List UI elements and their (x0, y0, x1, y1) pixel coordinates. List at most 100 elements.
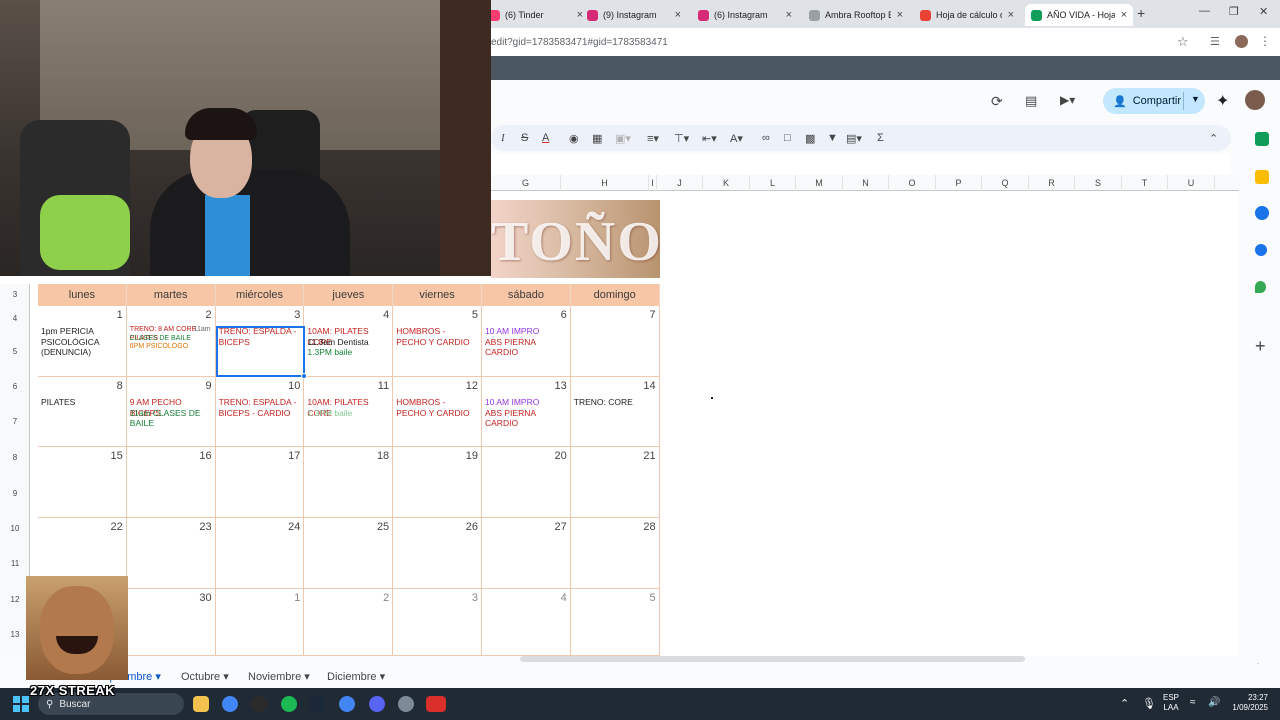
comments-icon[interactable]: ▤ (1025, 93, 1037, 109)
column-header[interactable]: S (1075, 175, 1122, 191)
browser-tab[interactable]: (6) Instagram × (692, 4, 798, 26)
vertical-align-icon[interactable]: ⊤▾ (674, 132, 689, 145)
column-header[interactable]: N (843, 175, 889, 191)
calendar-day-cell[interactable]: 13 10 AM IMPRO ABS PIERNA CARDIO (482, 377, 571, 447)
add-addon-icon[interactable]: + (1255, 336, 1266, 357)
filter-icon[interactable]: ▼ (827, 132, 838, 144)
column-header[interactable]: G (491, 175, 561, 191)
gemini-icon[interactable]: ✦ (1216, 91, 1229, 111)
close-window-icon[interactable]: ✕ (1259, 5, 1268, 18)
new-tab-button[interactable]: + (1137, 5, 1145, 21)
column-header[interactable]: T (1122, 175, 1168, 191)
chrome-icon[interactable] (222, 696, 238, 712)
calendar-day-cell[interactable]: 3 (393, 589, 482, 656)
collapse-toolbar-icon[interactable]: ⌃ (1209, 132, 1218, 145)
spotify-icon[interactable] (281, 696, 297, 712)
streaming-app-icon[interactable] (426, 696, 446, 712)
discord-icon[interactable] (369, 696, 385, 712)
fill-handle[interactable] (301, 373, 307, 379)
formula-bar[interactable] (491, 153, 1231, 175)
obs-icon[interactable] (251, 696, 267, 712)
borders-icon[interactable]: ▦ (592, 132, 602, 145)
tasks-icon[interactable] (1255, 206, 1269, 220)
row-header[interactable]: 3 (0, 290, 30, 299)
calendar-day-cell[interactable]: 4 (482, 589, 571, 656)
tab-close-icon[interactable]: × (1121, 9, 1127, 21)
browser-tab[interactable]: Ambra Rooftop B × (803, 4, 909, 26)
tab-close-icon[interactable]: × (897, 9, 903, 21)
restore-icon[interactable]: ❐ (1229, 5, 1239, 18)
tab-close-icon[interactable]: × (675, 9, 681, 21)
strikethrough-icon[interactable]: S (521, 132, 528, 144)
calendar-day-cell[interactable]: 24 (215, 518, 305, 589)
column-header[interactable]: O (889, 175, 936, 191)
calendar-day-cell[interactable]: 4 10AM: PILATES CORE 11.3am Dentista 1.3PM … (304, 306, 394, 377)
browser-tab[interactable]: Hoja de cálculo d × (914, 4, 1020, 26)
calendar-day-cell[interactable]: 30 (126, 589, 216, 656)
calendar-day-cell[interactable]: 12 HOMBROS - PECHO Y CARDIO (393, 377, 482, 447)
volume-icon[interactable]: 🔊 (1208, 697, 1220, 708)
calendar-day-cell[interactable]: 7 (570, 306, 660, 377)
fill-color-icon[interactable]: ◉ (569, 132, 579, 145)
calendar-day-cell[interactable]: 1 1pm PERICIA PSICOLÓGICA (DENUNCIA) (38, 306, 127, 377)
browser-tab[interactable]: (9) Instagram × (581, 4, 687, 26)
browser-tab[interactable]: (6) Tinder × (483, 4, 589, 26)
calendar-day-cell[interactable]: 5 (570, 589, 660, 656)
column-header[interactable]: H (561, 175, 649, 191)
row-header[interactable]: 4 (0, 314, 30, 323)
calendar-day-cell[interactable]: 1 (215, 589, 305, 656)
maps-icon[interactable] (1255, 281, 1266, 293)
row-header[interactable]: 10 (0, 524, 30, 533)
text-wrap-icon[interactable]: ⇤▾ (702, 132, 717, 145)
tab-close-icon[interactable]: × (1008, 9, 1014, 21)
file-explorer-icon[interactable] (193, 696, 209, 712)
clock[interactable]: 23:27 1/09/2025 (1228, 693, 1268, 713)
column-header[interactable]: I (649, 175, 657, 191)
version-history-icon[interactable]: ⟳ (991, 93, 1003, 110)
column-header[interactable]: P (936, 175, 982, 191)
media-controls-icon[interactable]: ☰ (1210, 35, 1220, 48)
row-header[interactable]: 8 (0, 453, 30, 462)
contacts-icon[interactable] (1255, 244, 1267, 256)
calendar-day-cell[interactable]: 18 (304, 447, 394, 518)
column-header[interactable]: R (1029, 175, 1075, 191)
calendar-day-cell[interactable]: 2 TRENO: 8 AM CORE PILATES 11am CLASES DE B… (126, 306, 216, 377)
calendar-day-cell[interactable]: 14 TRENO: CORE (570, 377, 660, 447)
chevron-down-icon[interactable]: ▾ (220, 671, 229, 683)
column-header[interactable]: K (703, 175, 750, 191)
chevron-down-icon[interactable]: ▾ (301, 671, 310, 683)
row-header[interactable]: 11 (0, 559, 30, 568)
calendar-day-cell[interactable]: 21 (570, 447, 660, 518)
language-indicator[interactable]: ESP LAA (1163, 693, 1179, 713)
url-text[interactable]: edit?gid=1783583471#gid=1783583471 (491, 37, 668, 48)
calendar-day-cell[interactable]: 28 (570, 518, 660, 589)
meet-icon[interactable]: ▶▾ (1060, 93, 1075, 107)
calendar-day-cell[interactable]: 27 (482, 518, 571, 589)
calendar-day-cell[interactable]: 10 TRENO: ESPALDA - BICEPS - CARDIO (215, 377, 305, 447)
row-header[interactable]: 5 (0, 347, 30, 356)
text-color-icon[interactable]: A (542, 132, 549, 144)
column-header[interactable]: U (1168, 175, 1215, 191)
column-header[interactable]: L (750, 175, 796, 191)
calendar-day-cell[interactable]: 17 (215, 447, 305, 518)
calendar-day-cell[interactable]: 19 (393, 447, 482, 518)
profile-avatar-icon[interactable] (1235, 35, 1248, 48)
steam-icon[interactable] (309, 696, 325, 712)
row-header[interactable]: 7 (0, 417, 30, 426)
keep-icon[interactable] (1255, 170, 1269, 184)
horizontal-scrollbar[interactable] (520, 656, 1025, 662)
wifi-icon[interactable]: ≈ (1190, 697, 1196, 708)
calendar-day-cell[interactable]: 15 (38, 447, 127, 518)
insert-comment-icon[interactable]: □ (784, 132, 791, 144)
insert-chart-icon[interactable]: ▩ (805, 132, 815, 145)
calendar-day-cell[interactable]: 23 (126, 518, 216, 589)
tray-chevron-icon[interactable]: ⌃ (1120, 697, 1129, 710)
calendar-day-cell[interactable]: 11 10AM: PILATES CORE 1.3PM baile (304, 377, 394, 447)
minimize-icon[interactable]: — (1199, 5, 1210, 17)
column-header[interactable]: Q (982, 175, 1029, 191)
functions-icon[interactable]: Σ (877, 132, 884, 144)
merge-cells-icon[interactable]: ▣▾ (615, 132, 631, 145)
sheet-tab[interactable]: Octubre ▾ (181, 670, 229, 683)
calendar-day-cell[interactable]: 99 AM PECHO BICEPS 11am CLASES DE BAILE (126, 377, 216, 447)
calendar-day-cell[interactable]: 2 (304, 589, 394, 656)
